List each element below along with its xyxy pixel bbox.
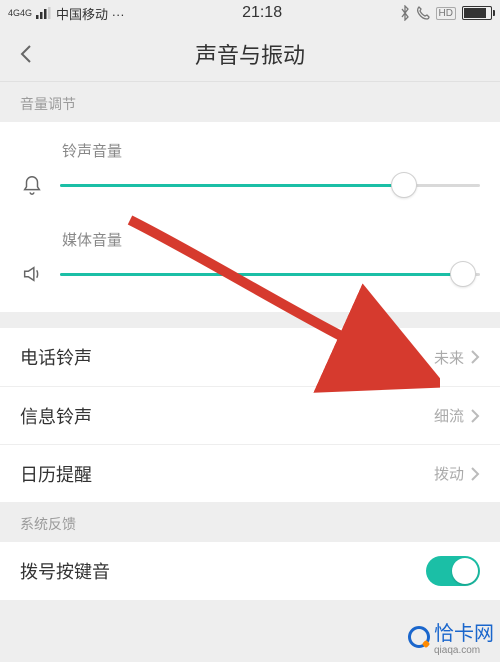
media-volume-slider[interactable] <box>60 273 480 276</box>
slider-thumb[interactable] <box>450 261 476 287</box>
bell-icon <box>20 173 44 197</box>
chevron-left-icon <box>14 42 38 66</box>
carrier-label: 中国移动 ··· <box>56 4 125 23</box>
ringtone-panel: 电话铃声 未来 信息铃声 细流 日历提醒 拨动 <box>0 328 500 502</box>
speaker-icon <box>20 262 44 286</box>
calendar-reminder-value: 拨动 <box>434 463 464 484</box>
phone-ringtone-label: 电话铃声 <box>20 344 92 370</box>
battery-icon <box>462 6 492 20</box>
ringtone-volume-label: 铃声音量 <box>62 140 480 161</box>
dialpad-sound-item: 拨号按键音 <box>0 542 500 600</box>
message-ringtone-item[interactable]: 信息铃声 细流 <box>0 386 500 444</box>
phone-icon <box>416 6 430 20</box>
network-type: 4G4G <box>8 9 32 17</box>
calendar-reminder-label: 日历提醒 <box>20 461 92 487</box>
volume-panel: 铃声音量 媒体音量 <box>0 122 500 312</box>
media-volume-label: 媒体音量 <box>62 229 480 250</box>
nav-bar: 声音与振动 <box>0 26 500 82</box>
status-bar: 4G4G 中国移动 ··· 21:18 HD <box>0 0 500 26</box>
feedback-panel: 拨号按键音 <box>0 542 500 600</box>
chevron-right-icon <box>470 408 480 424</box>
watermark: 恰卡网 qiaqa.com <box>408 617 494 656</box>
spacer <box>0 312 500 328</box>
back-button[interactable] <box>14 42 38 66</box>
status-left: 4G4G 中国移动 ··· <box>8 4 125 23</box>
section-header-volume: 音量调节 <box>0 82 500 122</box>
message-ringtone-value: 细流 <box>434 405 464 426</box>
page-title: 声音与振动 <box>195 38 305 70</box>
dialpad-sound-toggle[interactable] <box>426 556 480 586</box>
signal-icon <box>36 7 52 19</box>
dialpad-sound-label: 拨号按键音 <box>20 558 110 584</box>
bluetooth-icon <box>400 5 410 21</box>
watermark-logo-icon <box>408 626 430 648</box>
watermark-domain: qiaqa.com <box>434 646 494 656</box>
media-volume-group: 媒体音量 <box>0 223 500 312</box>
status-right: HD <box>400 5 492 21</box>
ringtone-volume-group: 铃声音量 <box>0 122 500 223</box>
slider-thumb[interactable] <box>391 172 417 198</box>
message-ringtone-label: 信息铃声 <box>20 403 92 429</box>
chevron-right-icon <box>470 466 480 482</box>
calendar-reminder-item[interactable]: 日历提醒 拨动 <box>0 444 500 502</box>
section-header-feedback: 系统反馈 <box>0 502 500 542</box>
phone-ringtone-item[interactable]: 电话铃声 未来 <box>0 328 500 386</box>
watermark-name: 恰卡网 <box>434 623 494 645</box>
phone-ringtone-value: 未来 <box>434 347 464 368</box>
ringtone-volume-slider[interactable] <box>60 184 480 187</box>
hd-label: HD <box>436 7 456 20</box>
status-time: 21:18 <box>242 4 282 22</box>
chevron-right-icon <box>470 349 480 365</box>
